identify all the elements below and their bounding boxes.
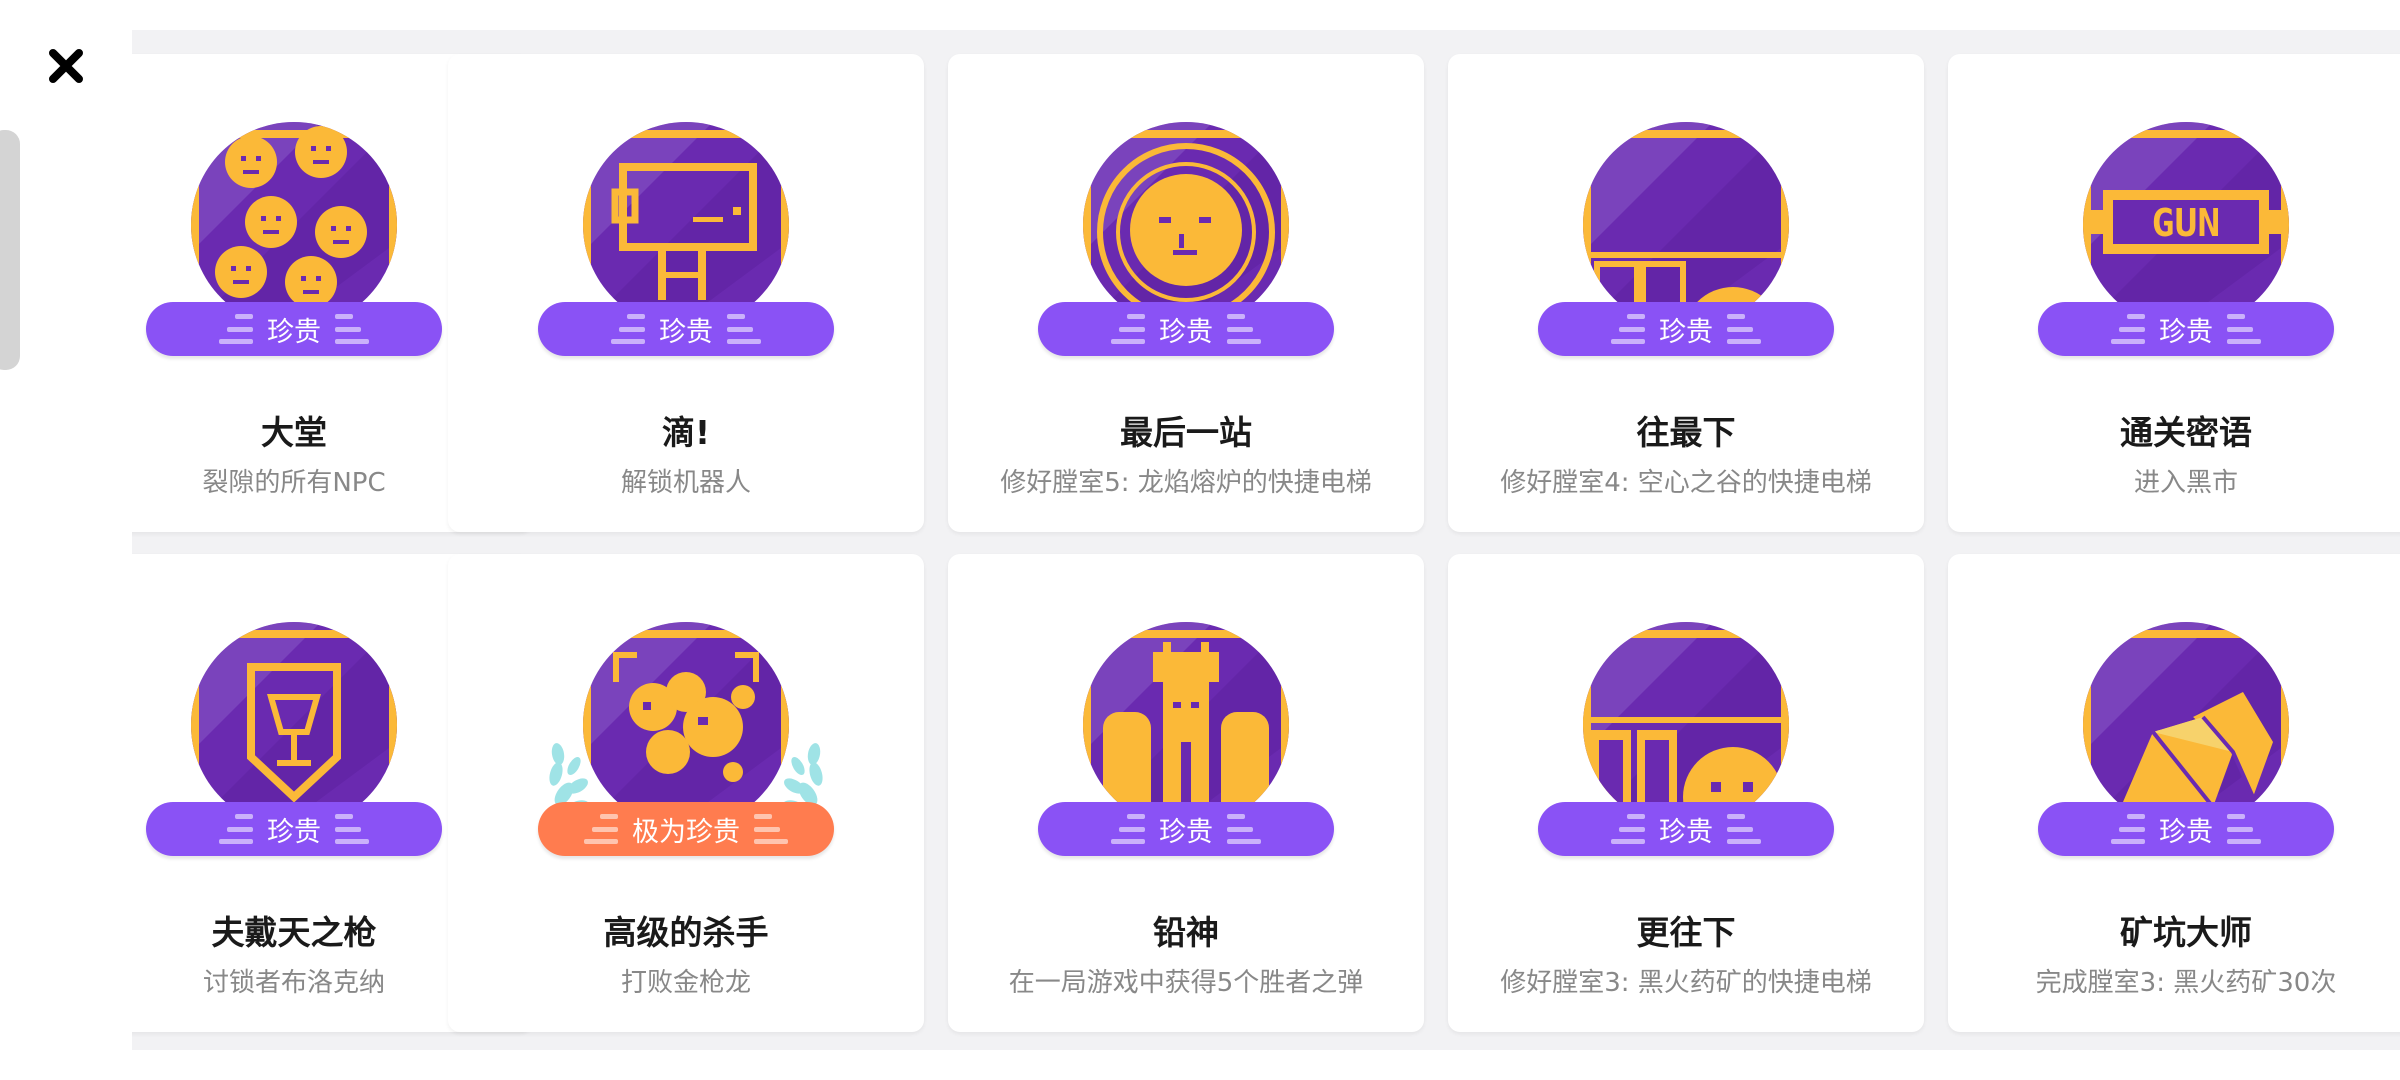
elevator-down-icon: [1583, 622, 1789, 828]
rarity-ribbon: 珍贵: [1038, 802, 1334, 856]
ribbon-stripes-left: [2111, 814, 2145, 844]
close-button[interactable]: [44, 44, 88, 88]
ribbon-stripes-left: [611, 314, 645, 344]
ribbon-stripes-right: [727, 314, 761, 344]
ribbon-stripes-left: [584, 814, 618, 844]
achievement-badge: 珍贵: [948, 54, 1424, 356]
ribbon-stripes-right: [335, 814, 369, 844]
achievements-grid: 珍贵 大堂 裂隙的所有NPC 珍贵 滴! 解锁机器人 珍贵 最后一站 修好膛室5…: [132, 30, 2400, 1050]
rarity-label: 珍贵: [2159, 316, 2213, 348]
svg-text:GUN: GUN: [2152, 201, 2221, 245]
goblet-shield-icon: [191, 622, 397, 828]
achievement-badge: 珍贵: [1448, 54, 1924, 356]
achievement-title: 铅神: [1153, 913, 1219, 952]
achievement-card[interactable]: 珍贵 矿坑大师 完成膛室3: 黑火药矿30次: [1948, 554, 2400, 1032]
ribbon-stripes-right: [1227, 314, 1261, 344]
ore-rocks-icon: [2083, 622, 2289, 828]
medal: [191, 122, 397, 328]
ribbon-stripes-right: [335, 314, 369, 344]
rarity-label: 极为珍贵: [632, 816, 740, 848]
ribbon-stripes-right: [1727, 314, 1761, 344]
achievement-badge: 珍贵: [1948, 554, 2400, 856]
rarity-label: 珍贵: [659, 316, 713, 348]
ribbon-stripes-left: [2111, 314, 2145, 344]
lead-god-icon: [1083, 622, 1289, 828]
rarity-ribbon: 珍贵: [2038, 802, 2334, 856]
ribbon-stripes-left: [1111, 814, 1145, 844]
achievement-badge: 极为珍贵: [448, 554, 924, 856]
rarity-ribbon: 珍贵: [1538, 302, 1834, 356]
ribbon-stripes-left: [1111, 314, 1145, 344]
medal: [1583, 622, 1789, 828]
ribbon-stripes-right: [1227, 814, 1261, 844]
ribbon-stripes-right: [1727, 814, 1761, 844]
ribbon-stripes-left: [1611, 314, 1645, 344]
achievement-description: 完成膛室3: 黑火药矿30次: [2035, 968, 2337, 998]
achievement-description: 进入黑市: [2133, 468, 2238, 498]
drawer-handle[interactable]: [0, 130, 20, 370]
achievement-card[interactable]: 珍贵 更往下 修好膛室3: 黑火药矿的快捷电梯: [1448, 554, 1924, 1032]
achievement-title: 滴!: [661, 413, 711, 452]
ribbon-stripes-right: [2227, 314, 2261, 344]
achievement-description: 修好膛室3: 黑火药矿的快捷电梯: [1500, 968, 1872, 998]
elevator-icon: [1583, 122, 1789, 328]
achievement-card[interactable]: 珍贵 铅神 在一局游戏中获得5个胜者之弹: [948, 554, 1424, 1032]
medal: [2083, 622, 2289, 828]
achievement-badge: GUN 珍贵: [1948, 54, 2400, 356]
npc-faces-icon: [191, 122, 397, 328]
medal: [191, 622, 397, 828]
rarity-ribbon: 珍贵: [1038, 302, 1334, 356]
achievement-description: 在一局游戏中获得5个胜者之弹: [1008, 968, 1364, 998]
rarity-ribbon: 极为珍贵: [538, 802, 834, 856]
achievement-title: 高级的杀手: [603, 913, 769, 952]
ribbon-stripes-right: [2227, 814, 2261, 844]
medal: [1583, 122, 1789, 328]
ribbon-stripes-left: [1611, 814, 1645, 844]
achievement-card[interactable]: 珍贵 往最下 修好膛室4: 空心之谷的快捷电梯: [1448, 54, 1924, 532]
close-icon: [49, 49, 83, 83]
rarity-label: 珍贵: [267, 316, 321, 348]
achievements-panel[interactable]: 珍贵 大堂 裂隙的所有NPC 珍贵 滴! 解锁机器人 珍贵 最后一站 修好膛室5…: [132, 30, 2400, 1050]
achievement-description: 修好膛室4: 空心之谷的快捷电梯: [1500, 468, 1872, 498]
rarity-label: 珍贵: [2159, 816, 2213, 848]
achievement-card[interactable]: 极为珍贵 高级的杀手 打败金枪龙: [448, 554, 924, 1032]
achievement-title: 矿坑大师: [2120, 913, 2252, 952]
rarity-ribbon: 珍贵: [146, 302, 442, 356]
medal: [583, 122, 789, 328]
achievement-badge: 珍贵: [1448, 554, 1924, 856]
rarity-ribbon: 珍贵: [2038, 302, 2334, 356]
achievement-card[interactable]: 珍贵 滴! 解锁机器人: [448, 54, 924, 532]
achievement-description: 解锁机器人: [620, 468, 751, 498]
medal: [583, 622, 789, 828]
gun-sign-icon: GUN: [2083, 122, 2289, 328]
rarity-label: 珍贵: [1159, 316, 1213, 348]
achievement-title: 更往下: [1636, 913, 1736, 952]
achievement-card[interactable]: 珍贵 最后一站 修好膛室5: 龙焰熔炉的快捷电梯: [948, 54, 1424, 532]
ribbon-stripes-left: [219, 314, 253, 344]
robot-icon: [583, 122, 789, 328]
medal: [1083, 622, 1289, 828]
rarity-label: 珍贵: [267, 816, 321, 848]
rarity-ribbon: 珍贵: [538, 302, 834, 356]
achievement-title: 往最下: [1636, 413, 1736, 452]
ribbon-stripes-left: [219, 814, 253, 844]
rarity-label: 珍贵: [1159, 816, 1213, 848]
rarity-label: 珍贵: [1659, 816, 1713, 848]
achievement-title: 通关密语: [2120, 413, 2252, 452]
achievement-description: 打败金枪龙: [620, 968, 751, 998]
coin-face-icon: [1083, 122, 1289, 328]
achievement-badge: 珍贵: [948, 554, 1424, 856]
achievement-badge: 珍贵: [448, 54, 924, 356]
achievement-card[interactable]: GUN 珍贵 通关密语 进入黑市: [1948, 54, 2400, 532]
medal: [1083, 122, 1289, 328]
ribbon-stripes-right: [754, 814, 788, 844]
medal: GUN: [2083, 122, 2289, 328]
achievement-description: 修好膛室5: 龙焰熔炉的快捷电梯: [1000, 468, 1372, 498]
dragon-icon: [583, 622, 789, 828]
rarity-label: 珍贵: [1659, 316, 1713, 348]
achievement-title: 最后一站: [1120, 413, 1252, 452]
rarity-ribbon: 珍贵: [1538, 802, 1834, 856]
rarity-ribbon: 珍贵: [146, 802, 442, 856]
